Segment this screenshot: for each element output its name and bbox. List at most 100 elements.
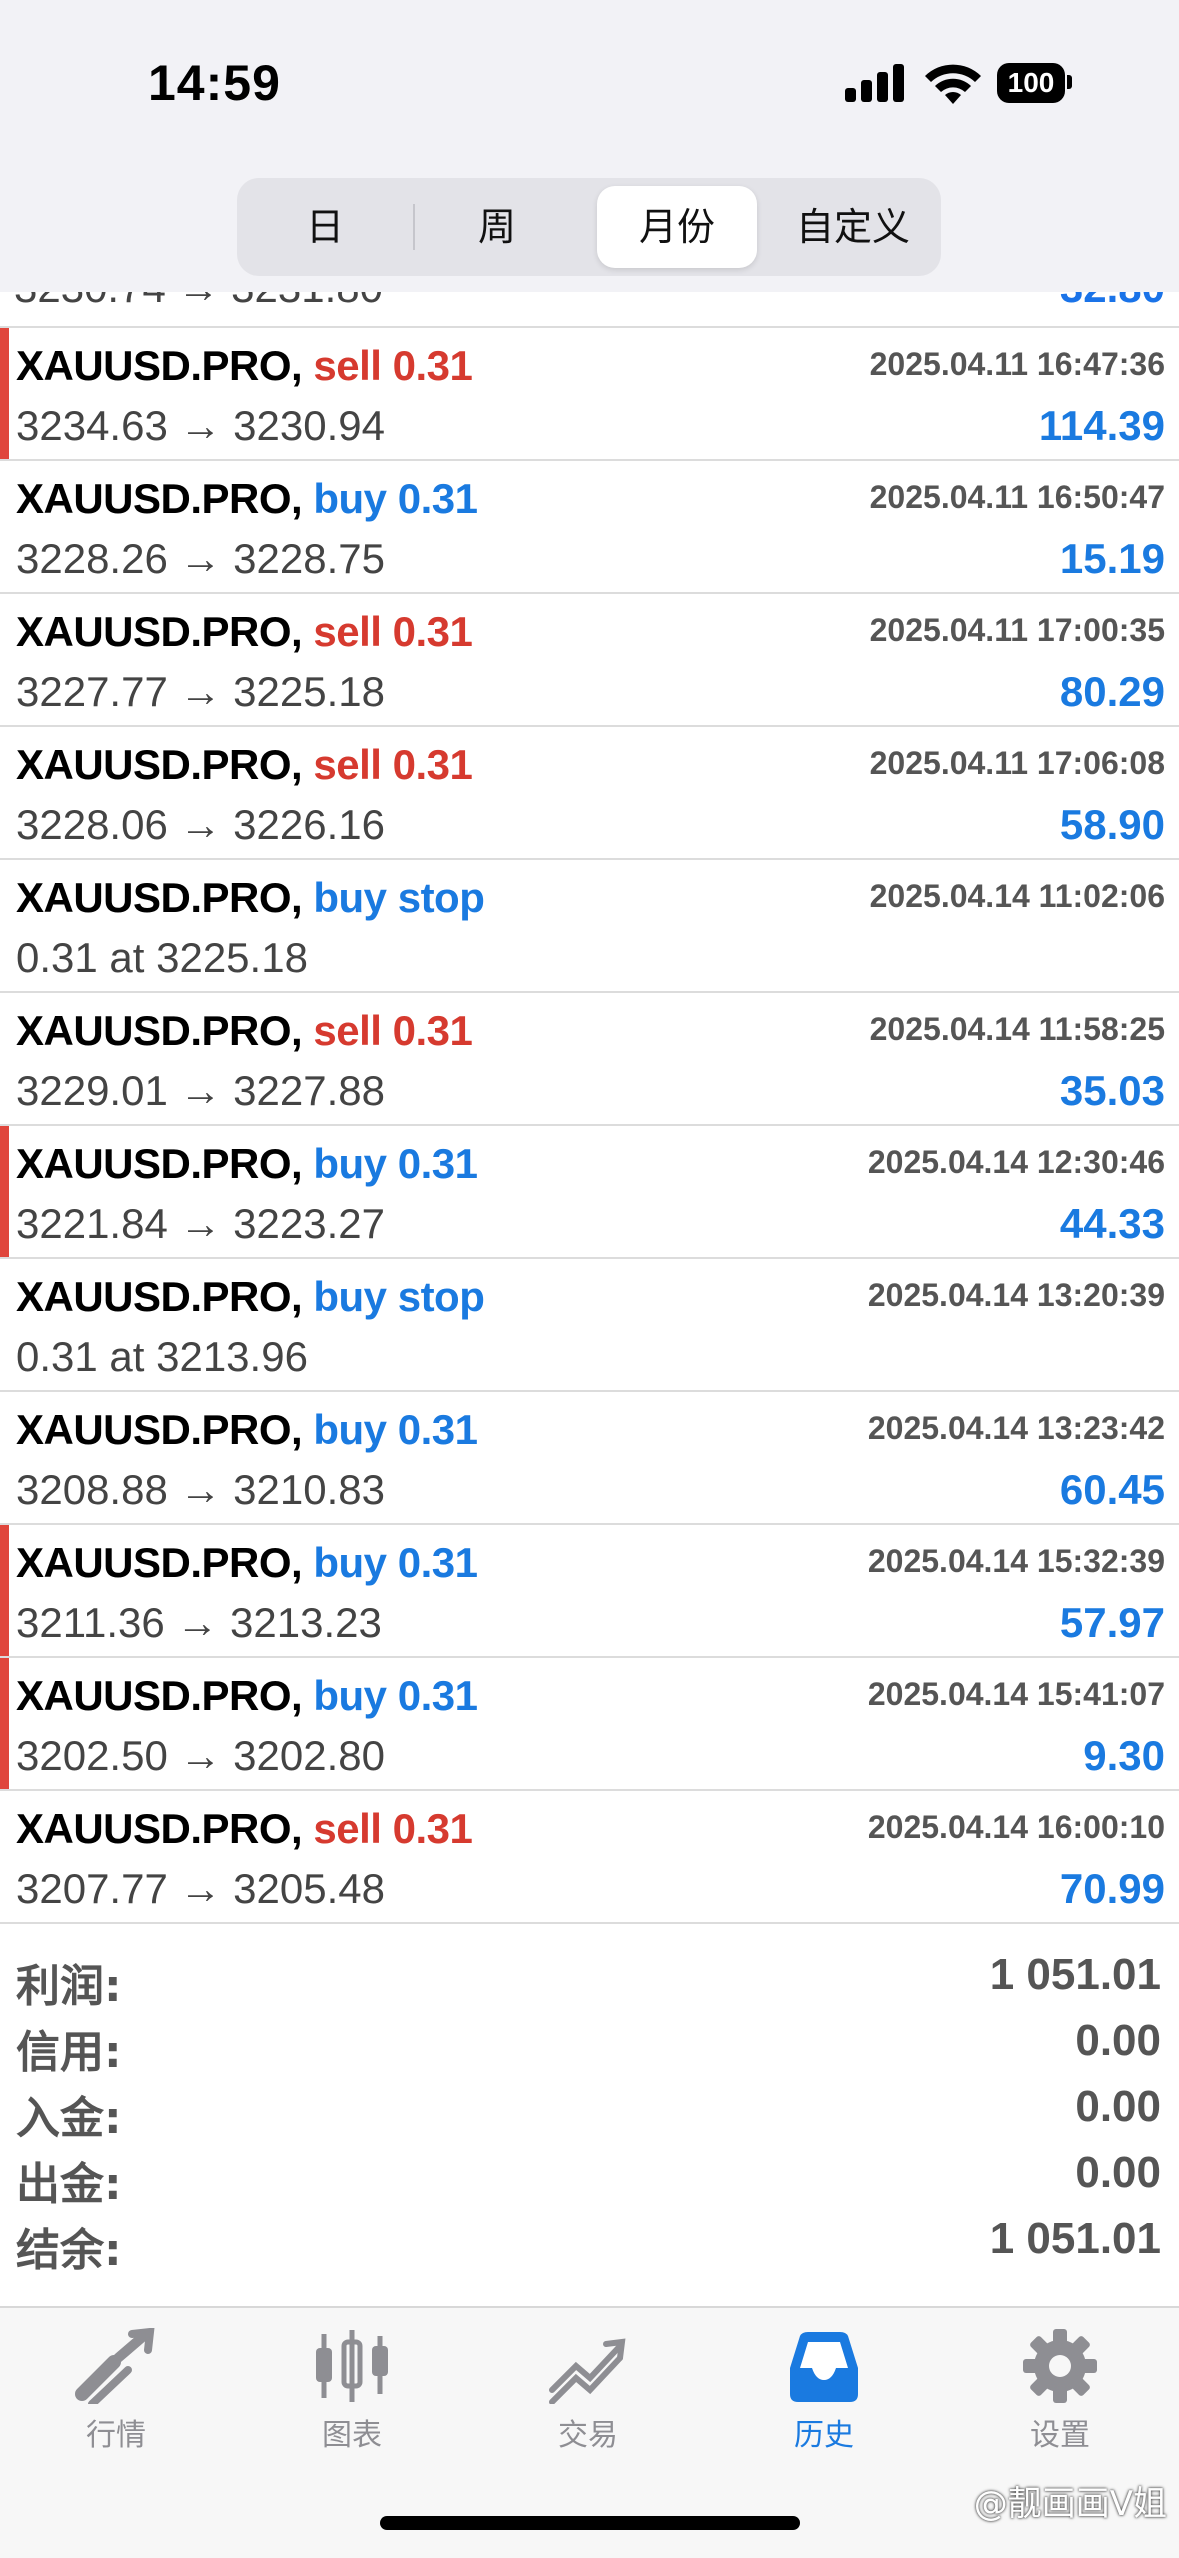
deal-side: buy stop (313, 874, 485, 921)
deal-prices: 3234.63 → 3230.94 (16, 402, 385, 449)
deal-side: buy 0.31 (313, 1140, 478, 1187)
list-item[interactable]: XAUUSD.PRO, buy 0.31 2025.04.14 15:41:07 3… (0, 1658, 1179, 1791)
settings-icon (1023, 2329, 1097, 2403)
segment-day[interactable]: 日 (245, 186, 405, 268)
tab-history[interactable]: 历史 (724, 2328, 924, 2478)
summary-value: 1 051.01 (989, 1950, 1161, 1999)
list-item[interactable]: XAUUSD.PRO, sell 0.31 2025.04.11 17:06:08… (0, 727, 1179, 860)
summary-label: 利润: (16, 1961, 122, 2012)
chart-icon (316, 2330, 388, 2402)
deal-symbol: XAUUSD.PRO, buy 0.31 (16, 1406, 478, 1454)
open-marker (0, 328, 9, 459)
summary-label: 入金: (16, 2093, 122, 2144)
period-segmented-control: 日 周 月份 自定义 (237, 178, 941, 276)
deal-symbol: XAUUSD.PRO, sell 0.31 (16, 608, 473, 656)
deal-time: 2025.04.14 13:20:39 (867, 1277, 1165, 1313)
list-item[interactable]: XAUUSD.PRO, sell 0.31 2025.04.14 16:00:10… (0, 1791, 1179, 1924)
symbol-name: XAUUSD.PRO, (16, 342, 303, 389)
home-indicator (380, 2516, 800, 2530)
list-item[interactable]: XAUUSD.PRO, buy 0.31 2025.04.14 12:30:46 3… (0, 1126, 1179, 1259)
summary-label: 结余: (16, 2225, 122, 2276)
tab-label: 图表 (322, 2418, 382, 2453)
list-item[interactable]: 3230.74 → 3231.80 32.80 (0, 292, 1179, 328)
deal-prices: 3211.36 → 3213.23 (16, 1599, 382, 1646)
deal-prices: 0.31 at 3225.18 (16, 934, 308, 981)
trade-icon (549, 2338, 626, 2404)
deal-prices: 3228.06 → 3226.16 (16, 801, 385, 848)
deal-symbol: XAUUSD.PRO, buy 0.31 (16, 1539, 478, 1587)
deal-time: 2025.04.14 11:02:06 (869, 878, 1165, 914)
tab-label: 设置 (1030, 2418, 1090, 2453)
top-bar: 14:59 100 日 周 月份 自定义 (0, 0, 1179, 292)
status-time: 14:59 (148, 55, 281, 111)
deal-symbol: XAUUSD.PRO, sell 0.31 (16, 1805, 473, 1853)
open-marker (0, 1658, 9, 1789)
tab-settings[interactable]: 设置 (960, 2328, 1160, 2478)
deal-profit: 32.80 (1060, 292, 1165, 312)
deal-profit: 35.03 (1059, 1067, 1165, 1114)
deal-side: sell 0.31 (313, 1007, 473, 1054)
list-item[interactable]: XAUUSD.PRO, buy 0.31 2025.04.11 16:50:47 3… (0, 461, 1179, 594)
symbol-name: XAUUSD.PRO, (16, 475, 303, 522)
list-item[interactable]: XAUUSD.PRO, sell 0.31 2025.04.11 17:00:35… (0, 594, 1179, 727)
deal-time: 2025.04.14 15:41:07 (867, 1676, 1165, 1712)
deal-profit: 44.33 (1059, 1200, 1165, 1247)
symbol-name: XAUUSD.PRO, (16, 1406, 303, 1453)
deal-symbol: XAUUSD.PRO, sell 0.31 (16, 1007, 473, 1055)
deal-time: 2025.04.11 17:00:35 (869, 612, 1165, 648)
tab-trade[interactable]: 交易 (488, 2328, 688, 2478)
list-item[interactable]: XAUUSD.PRO, buy 0.31 2025.04.14 15:32:39 3… (0, 1525, 1179, 1658)
summary-value: 0.00 (1075, 2082, 1161, 2131)
deal-time: 2025.04.14 11:58:25 (869, 1011, 1165, 1047)
deal-profit: 57.97 (1059, 1599, 1165, 1646)
deal-time: 2025.04.14 13:23:42 (867, 1410, 1165, 1446)
deal-profit: 80.29 (1059, 668, 1165, 715)
list-item[interactable]: XAUUSD.PRO, sell 0.31 2025.04.11 16:47:36… (0, 328, 1179, 461)
deal-time: 2025.04.11 16:50:47 (869, 479, 1165, 515)
segment-month[interactable]: 月份 (597, 186, 757, 268)
open-marker (0, 1126, 9, 1257)
signal-icon (845, 60, 907, 108)
symbol-name: XAUUSD.PRO, (16, 1539, 303, 1586)
summary-label: 信用: (16, 2027, 122, 2078)
segment-week[interactable]: 周 (417, 186, 577, 268)
deal-profit: 60.45 (1059, 1466, 1165, 1513)
list-item[interactable]: XAUUSD.PRO, buy stop 2025.04.14 11:02:06 0… (0, 860, 1179, 993)
deal-profit: 70.99 (1059, 1865, 1165, 1912)
deal-side: buy stop (313, 1273, 485, 1320)
deal-time: 2025.04.14 12:30:46 (867, 1144, 1165, 1180)
symbol-name: XAUUSD.PRO, (16, 741, 303, 788)
tab-chart[interactable]: 图表 (252, 2328, 452, 2478)
list-item[interactable]: XAUUSD.PRO, sell 0.31 2025.04.14 11:58:25… (0, 993, 1179, 1126)
deal-symbol: XAUUSD.PRO, buy 0.31 (16, 1672, 478, 1720)
deal-profit: 114.39 (1038, 402, 1165, 449)
deal-symbol: XAUUSD.PRO, sell 0.31 (16, 741, 473, 789)
deal-prices: 3229.01 → 3227.88 (16, 1067, 385, 1114)
segment-custom[interactable]: 自定义 (773, 186, 933, 268)
deal-symbol: XAUUSD.PRO, buy 0.31 (16, 475, 478, 523)
deal-prices: 3227.77 → 3225.18 (16, 668, 385, 715)
deal-time: 2025.04.11 16:47:36 (869, 346, 1165, 382)
deal-side: buy 0.31 (313, 1672, 478, 1719)
deal-symbol: XAUUSD.PRO, buy stop (16, 1273, 485, 1321)
deal-side: sell 0.31 (313, 1805, 473, 1852)
symbol-name: XAUUSD.PRO, (16, 1140, 303, 1187)
deal-time: 2025.04.14 16:00:10 (867, 1809, 1165, 1845)
history-icon (790, 2332, 858, 2402)
status-icons: 100 (845, 60, 1085, 110)
summary-label: 出金: (16, 2159, 122, 2210)
deal-time: 2025.04.14 15:32:39 (867, 1543, 1165, 1579)
watermark: @靓画画V姐 (973, 2484, 1167, 2524)
tab-quotes[interactable]: 行情 (16, 2328, 216, 2478)
list-item[interactable]: XAUUSD.PRO, buy stop 2025.04.14 13:20:39 0… (0, 1259, 1179, 1392)
symbol-name: XAUUSD.PRO, (16, 1007, 303, 1054)
open-marker (0, 1525, 9, 1656)
battery-icon: 100 (997, 63, 1065, 103)
deal-symbol: XAUUSD.PRO, buy stop (16, 874, 485, 922)
deal-profit: 9.30 (1083, 1732, 1165, 1779)
summary-value: 0.00 (1075, 2148, 1161, 2197)
deal-side: buy 0.31 (313, 1539, 478, 1586)
deal-side: buy 0.31 (313, 475, 478, 522)
deal-side: sell 0.31 (313, 608, 473, 655)
list-item[interactable]: XAUUSD.PRO, buy 0.31 2025.04.14 13:23:42 3… (0, 1392, 1179, 1525)
